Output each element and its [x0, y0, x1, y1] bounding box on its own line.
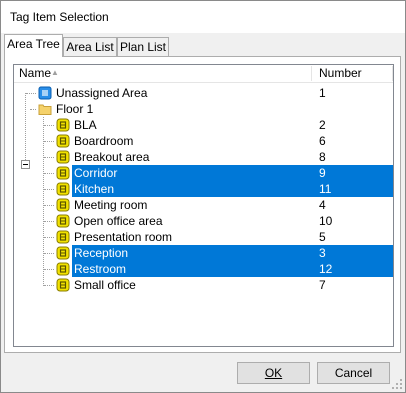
tree-row-area[interactable]: Meeting room 4: [14, 197, 393, 213]
tree-item-label: Floor 1: [56, 102, 94, 116]
tree-item-label: Reception: [72, 245, 312, 261]
column-divider[interactable]: [392, 66, 393, 81]
tree-item-number: 2: [319, 118, 326, 132]
tree-item-label: Presentation room: [74, 230, 173, 244]
tree-item-number: 3: [312, 245, 393, 261]
tree-row-area[interactable]: Restroom 12: [14, 261, 393, 277]
tree-row-area[interactable]: Corridor 9: [14, 165, 393, 181]
tree-item-number: 12: [312, 261, 393, 277]
tab-strip: Area Tree Area List Plan List: [4, 33, 404, 57]
tag-icon: [56, 214, 70, 228]
tag-icon: [56, 150, 70, 164]
tree-item-number: 7: [319, 278, 326, 292]
sort-ascending-icon: ▲: [51, 68, 59, 77]
tab-area-list[interactable]: Area List: [63, 37, 117, 56]
tree-item-label: BLA: [74, 118, 97, 132]
column-divider[interactable]: [311, 66, 312, 81]
tag-icon: [56, 262, 70, 276]
area-tree-view[interactable]: Name ▲ Number Unassigned Area 1 Floor 1 …: [13, 64, 394, 347]
column-header: Name ▲ Number: [14, 65, 393, 83]
tag-icon: [56, 278, 70, 292]
tree-row-area[interactable]: Kitchen 11: [14, 181, 393, 197]
tree-item-label: Corridor: [72, 165, 312, 181]
title-bar[interactable]: Tag Item Selection: [1, 1, 405, 33]
tag-icon: [56, 198, 70, 212]
tree-item-number: 1: [319, 86, 326, 100]
dialog-title: Tag Item Selection: [10, 10, 109, 24]
tree-item-label: Kitchen: [72, 181, 312, 197]
tag-icon: [56, 182, 70, 196]
tree-row-area[interactable]: Open office area 10: [14, 213, 393, 229]
tree-row-floor-1[interactable]: Floor 1: [14, 101, 393, 117]
tab-panel: Name ▲ Number Unassigned Area 1 Floor 1 …: [4, 56, 401, 353]
folder-icon: [38, 104, 52, 115]
cancel-label: Cancel: [334, 366, 373, 380]
tree-item-number: 10: [319, 214, 333, 228]
tree-item-label: Restroom: [72, 261, 312, 277]
tab-area-tree[interactable]: Area Tree: [4, 34, 63, 57]
tag-icon: [56, 246, 70, 260]
tree-item-label: Unassigned Area: [56, 86, 148, 100]
tree-item-number: 5: [319, 230, 326, 244]
tree-row-area[interactable]: BLA 2: [14, 117, 393, 133]
tree-item-number: 11: [312, 181, 393, 197]
tree-item-label: Breakout area: [74, 150, 150, 164]
tree-row-area[interactable]: Reception 3: [14, 245, 393, 261]
tree-row-area[interactable]: Presentation room 5: [14, 229, 393, 245]
area-tag-icon: [38, 86, 52, 100]
tree-row-unassigned[interactable]: Unassigned Area 1: [14, 85, 393, 101]
tag-icon: [56, 230, 70, 244]
tag-icon: [56, 118, 70, 132]
tab-plan-list[interactable]: Plan List: [117, 37, 169, 56]
tag-icon: [56, 166, 70, 180]
tree-item-number: 6: [319, 134, 326, 148]
tree-item-number: 8: [319, 150, 326, 164]
tree-row-area[interactable]: Small office 7: [14, 277, 393, 293]
resize-grip-icon[interactable]: [391, 378, 403, 390]
cancel-button[interactable]: Cancel: [317, 362, 390, 384]
tree-item-number: 9: [312, 165, 393, 181]
tag-item-selection-dialog: Tag Item Selection Area Tree Area List P…: [0, 0, 406, 393]
ok-label: OK: [264, 366, 283, 380]
tree-row-area[interactable]: Breakout area 8: [14, 149, 393, 165]
column-number-header[interactable]: Number: [319, 65, 362, 82]
tree-item-label: Open office area: [74, 214, 163, 228]
ok-button[interactable]: OK: [237, 362, 310, 384]
tree-row-area[interactable]: Boardroom 6: [14, 133, 393, 149]
tag-icon: [56, 134, 70, 148]
tree-item-label: Meeting room: [74, 198, 148, 212]
column-name-header[interactable]: Name: [19, 65, 51, 82]
tree-item-label: Small office: [74, 278, 136, 292]
tree-item-number: 4: [319, 198, 326, 212]
tree-item-label: Boardroom: [74, 134, 134, 148]
